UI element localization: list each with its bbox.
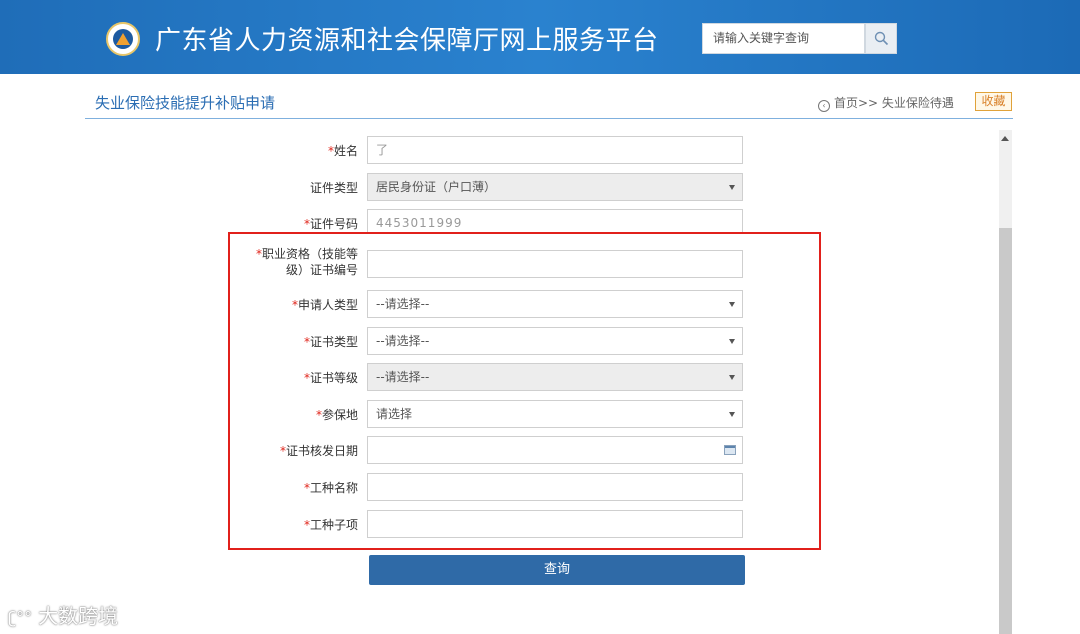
label-name: *姓名 xyxy=(327,144,358,158)
title-divider xyxy=(85,118,1013,119)
breadcrumb-text[interactable]: 首页>> 失业保险待遇 xyxy=(834,96,954,110)
favorite-button[interactable]: 收藏 xyxy=(975,92,1012,111)
id-type-select[interactable]: 居民身份证（户口薄） xyxy=(367,173,743,201)
id-number-field[interactable]: 4453011999 xyxy=(367,209,743,233)
scrollbar[interactable] xyxy=(999,130,1012,634)
watermark: ʗ°° 大数跨境 xyxy=(8,604,119,628)
highlight-frame xyxy=(228,232,821,550)
breadcrumb[interactable]: ‹ 首页>> 失业保险待遇 xyxy=(818,94,954,112)
query-button[interactable]: 查询 xyxy=(369,555,745,585)
label-id-type: 证件类型 xyxy=(309,181,358,195)
search-button[interactable] xyxy=(865,23,897,54)
search-input[interactable]: 请输入关键字查询 xyxy=(702,23,865,54)
site-header: 广东省人力资源和社会保障厅网上服务平台 xyxy=(0,0,1080,74)
scroll-up-arrow-icon[interactable] xyxy=(1001,136,1009,141)
page-title: 失业保险技能提升补贴申请 xyxy=(95,94,276,112)
chevron-down-icon xyxy=(729,185,735,190)
scroll-thumb[interactable] xyxy=(999,228,1012,634)
hrss-emblem-icon[interactable] xyxy=(106,22,140,56)
watermark-logo-icon: ʗ°° xyxy=(8,608,33,627)
site-title[interactable]: 广东省人力资源和社会保障厅网上服务平台 xyxy=(155,20,659,57)
label-id-number: *证件号码 xyxy=(303,217,358,231)
name-field[interactable]: 了 xyxy=(367,136,743,164)
search-icon xyxy=(874,31,889,46)
back-circle-icon: ‹ xyxy=(818,100,830,112)
